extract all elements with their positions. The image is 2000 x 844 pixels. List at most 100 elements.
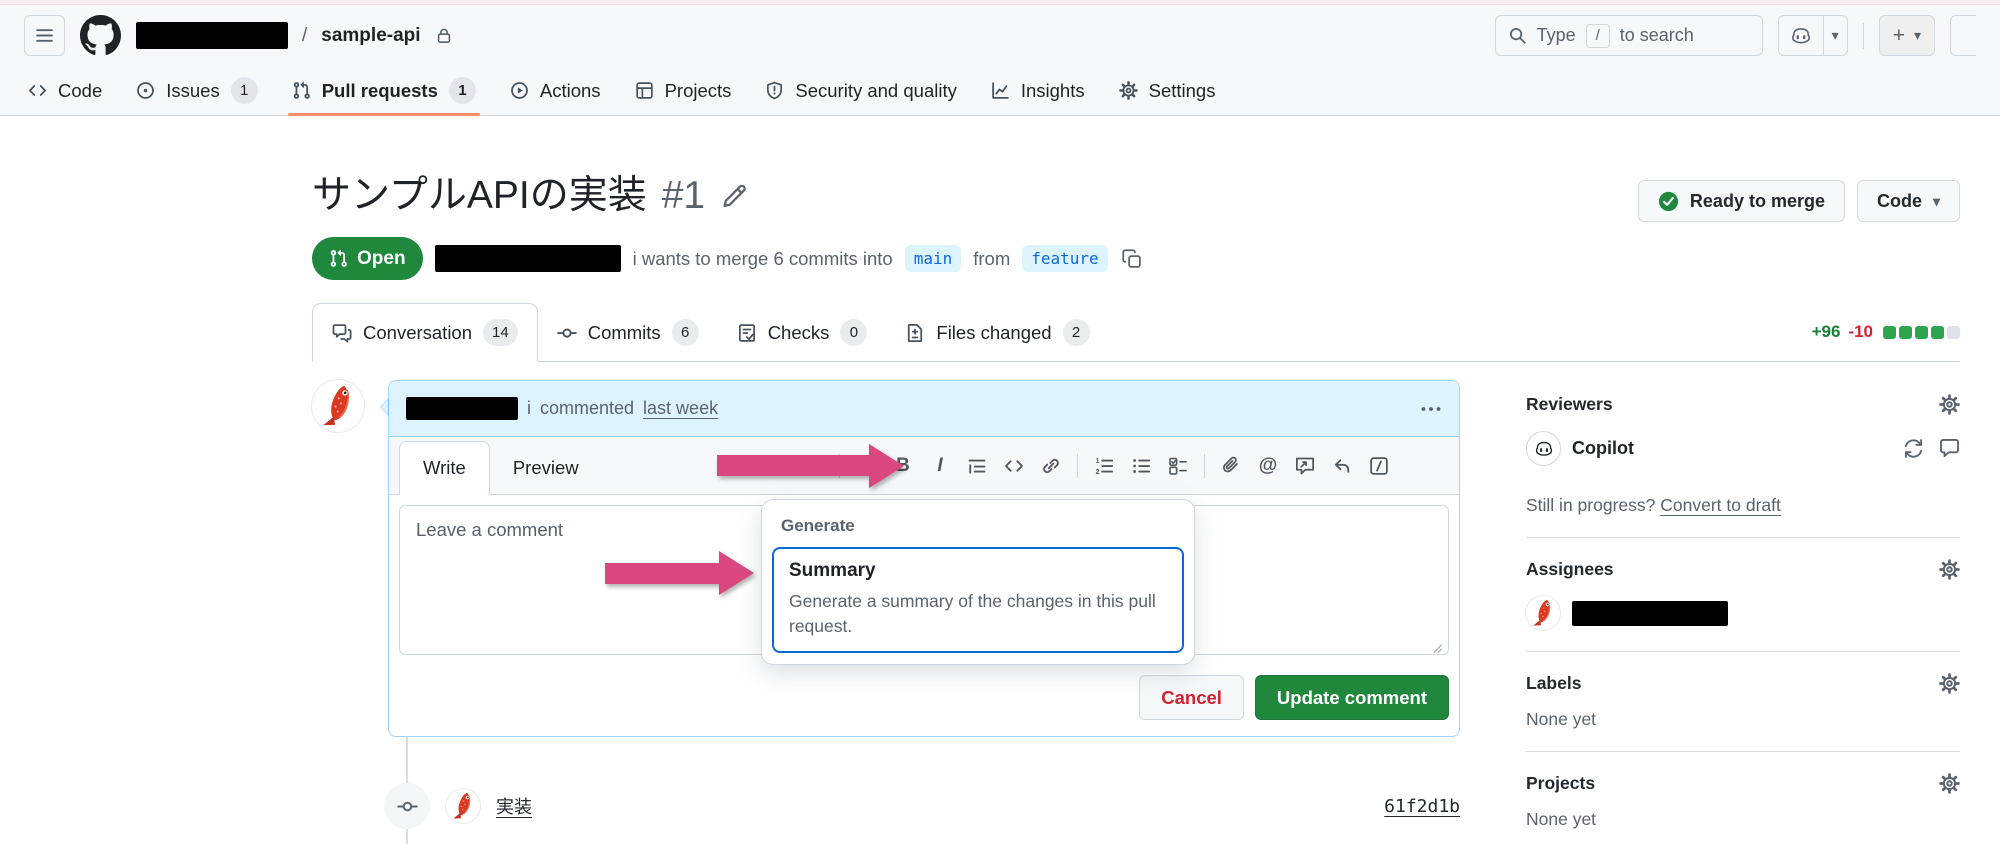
menu-item-summary[interactable]: Summary Generate a summary of the change… [772,547,1184,653]
base-branch-label[interactable]: main [904,245,962,272]
tab-pull-requests[interactable]: Pull requests 1 [278,66,490,116]
tab-label: Pull requests [321,79,438,101]
commit-message-link[interactable]: 実装 [496,793,532,819]
tab-label: Issues [166,79,220,101]
diff-block-green [1883,325,1896,339]
quote-button[interactable] [959,448,995,484]
search-input[interactable]: Type / to search [1494,15,1763,56]
link-button[interactable] [1033,448,1069,484]
summary-item-title: Summary [789,560,876,581]
markdown-editor-header: Write Preview H B [389,437,1459,495]
tab-preview[interactable]: Preview [490,442,602,494]
tab-issues[interactable]: Issues 1 [122,66,271,115]
head-branch-label[interactable]: feature [1022,245,1108,272]
create-new-button[interactable]: + ▾ [1878,15,1935,56]
redacted-author-name [434,245,621,272]
pr-page: サンプルAPIの実装 #1 Ready to merge Code ▾ Open… [0,116,2000,844]
reviewers-title: Reviewers [1526,394,1613,414]
commenter-suffix: i [527,398,531,418]
ready-to-merge-button[interactable]: Ready to merge [1637,180,1845,222]
merge-text: wants to merge 6 commits into [641,247,893,269]
tab-settings[interactable]: Settings [1105,66,1230,115]
assignees-gear-button[interactable] [1939,559,1960,580]
update-comment-button[interactable]: Update comment [1254,675,1449,720]
avatar[interactable] [312,380,364,432]
assignee-row [1526,596,1960,630]
cancel-button[interactable]: Cancel [1139,675,1244,720]
tab-label: Files changed [936,321,1052,343]
projects-empty-text: None yet [1526,809,1597,829]
pencil-icon[interactable] [722,183,748,209]
tab-insights[interactable]: Insights [977,66,1099,115]
annotation-arrow-summary [605,551,754,595]
tab-commits[interactable]: Commits 6 [538,304,718,361]
saved-replies-button[interactable] [1324,448,1360,484]
avatar[interactable] [1526,596,1560,630]
still-in-progress-text: Still in progress? [1526,495,1656,515]
avatar[interactable] [446,789,480,823]
tab-conversation[interactable]: Conversation 14 [312,303,538,362]
labels-gear-button[interactable] [1939,673,1960,694]
review-comment-icon[interactable] [1939,438,1960,459]
tab-security[interactable]: Security and quality [751,66,970,115]
task-list-button[interactable] [1160,448,1196,484]
copilot-chat-button[interactable] [1779,16,1824,55]
sidebar-section-projects: Projects None yet [1526,773,1960,844]
tab-code[interactable]: Code [14,66,116,115]
copilot-icon [1790,25,1812,47]
copilot-dropdown-caret[interactable]: ▾ [1824,16,1847,55]
summary-item-description: Generate a summary of the changes in thi… [789,591,1156,637]
projects-header: Projects [1526,773,1960,794]
sidebar-section-assignees: Assignees [1526,559,1960,652]
pr-tab-bar: Conversation 14 Commits 6 Checks 0 Files… [312,303,1960,362]
header-divider [1862,22,1864,49]
reviewer-actions [1903,438,1960,459]
re-request-review-icon[interactable] [1903,438,1924,459]
timeline-commit-row: 実装 61f2d1b [312,783,1460,829]
tab-files-changed[interactable]: Files changed 2 [886,304,1108,361]
editor-actions: Cancel Update comment [389,670,1459,736]
gear-icon [1939,559,1960,580]
toolbar-divider [1077,453,1078,478]
code-dropdown-button[interactable]: Code ▾ [1856,180,1960,222]
three-bars-icon [35,26,54,45]
italic-button[interactable]: I [922,448,958,484]
quote-icon [967,456,987,476]
unordered-list-button[interactable] [1123,448,1159,484]
commit-sha-link[interactable]: 61f2d1b [1384,796,1460,817]
tab-projects[interactable]: Projects [621,66,746,115]
copy-icon[interactable] [1122,249,1142,269]
author-suffix: i [632,247,637,269]
unordered-list-icon [1131,456,1151,476]
chevron-down-icon: ▾ [1913,27,1921,43]
mention-button[interactable]: @ [1250,448,1286,484]
arrow-head [719,551,754,595]
pr-number: #1 [661,174,706,217]
conversation-count-badge: 14 [483,319,518,346]
projects-gear-button[interactable] [1939,773,1960,794]
reviewers-gear-button[interactable] [1939,394,1960,415]
notifications-button-partial[interactable] [1950,15,1976,56]
slash-commands-icon [1369,456,1389,476]
comment-options-button[interactable] [1420,398,1442,420]
convert-to-draft-link[interactable]: Convert to draft [1660,495,1781,515]
github-logo[interactable] [80,15,121,56]
hamburger-menu-button[interactable] [24,15,65,56]
pr-sidebar: Reviewers Copilot Still in progress? Con… [1526,380,1960,844]
resize-handle-icon[interactable] [1426,637,1443,654]
tab-actions[interactable]: Actions [496,66,615,115]
cross-reference-button[interactable] [1287,448,1323,484]
tab-label: Insights [1020,79,1085,101]
comment-timestamp-link[interactable]: last week [643,398,718,419]
numbered-list-button[interactable] [1086,448,1122,484]
diff-block-neutral [1947,325,1960,339]
assignees-header: Assignees [1526,559,1960,580]
slash-commands-button[interactable] [1361,448,1397,484]
git-commit-icon [557,323,577,343]
tab-write[interactable]: Write [399,441,490,495]
repo-name-link[interactable]: sample-api [321,25,420,47]
attach-file-button[interactable] [1213,448,1249,484]
code-button[interactable] [996,448,1032,484]
pr-state-label: Open [357,247,406,269]
tab-checks[interactable]: Checks 0 [718,304,887,361]
